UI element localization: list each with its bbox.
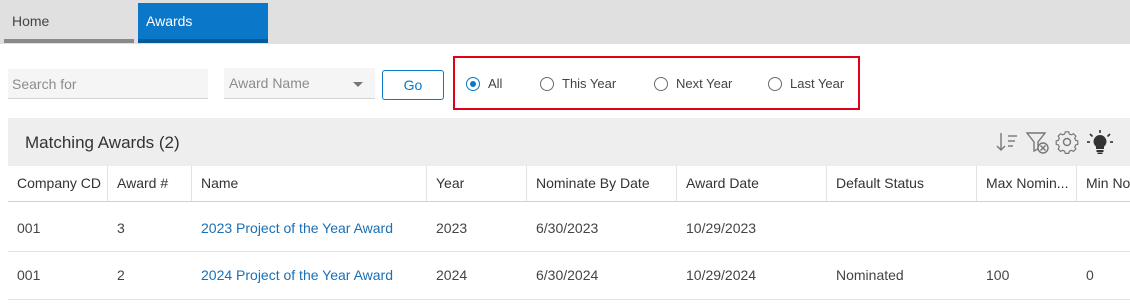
table-cell: Nominated [836,267,904,283]
radio-label-all: All [488,76,503,91]
grid-panel-header: Matching Awards (2) [8,118,1130,166]
filter-clear-icon[interactable] [1024,129,1050,155]
table-cell: 2024 [436,267,468,283]
table-cell: 3 [117,220,125,236]
table-cell: 2 [117,267,125,283]
table-cell: 10/29/2023 [686,220,757,236]
settings-icon[interactable] [1054,129,1080,155]
table-cell: 6/30/2023 [536,220,599,236]
radio-label-this-year: This Year [562,76,617,91]
table-cell: 2024 Project of the Year Award [192,252,427,299]
column-header[interactable]: Nominate By Date [527,166,677,201]
radio-label-next-year: Next Year [676,76,733,91]
table-cell [977,202,1077,251]
column-header[interactable]: Default Status [827,166,977,201]
table-cell: 2023 [436,220,468,236]
radio-button[interactable] [540,77,554,91]
award-name-select[interactable]: Award Name [224,68,375,99]
tab-bar: Home Awards [0,0,1130,44]
table-cell: 001 [17,220,41,236]
chevron-down-icon [353,82,363,87]
column-header[interactable]: Company CD [8,166,108,201]
table-header-row: Company CD Award # Name Year Nominate By… [8,166,1130,202]
tab-awards[interactable]: Awards [138,3,268,43]
award-select-value: Award Name [229,75,310,91]
table-row[interactable]: 001 2 2024 Project of the Year Award 202… [8,252,1130,300]
search-input[interactable] [8,69,208,99]
radio-label-last-year: Last Year [790,76,845,91]
radio-button[interactable] [654,77,668,91]
table-cell: 6/30/2024 [536,267,599,283]
column-header[interactable]: Award # [108,166,192,201]
column-header[interactable]: Award Date [677,166,827,201]
column-header[interactable]: Year [427,166,527,201]
panel-title: Matching Awards (2) [25,133,180,152]
radio-button-selected[interactable] [466,77,480,91]
go-button[interactable]: Go [382,70,444,100]
award-name-link[interactable]: 2023 Project of the Year Award [201,220,393,236]
table-cell: 100 [986,267,1010,283]
table-cell [1077,202,1130,251]
column-header[interactable]: Max Nomin... [977,166,1077,201]
table-cell: 0 [1086,267,1094,283]
sort-icon[interactable] [994,129,1020,155]
radio-button[interactable] [768,77,782,91]
table-cell: 001 [17,267,41,283]
table-cell: 10/29/2024 [686,267,757,283]
table-cell: 2023 Project of the Year Award [192,202,427,251]
column-header[interactable]: Name [192,166,427,201]
award-name-link[interactable]: 2024 Project of the Year Award [201,267,393,283]
table-row[interactable]: 001 3 2023 Project of the Year Award 202… [8,202,1130,252]
table-cell [827,202,977,251]
lightbulb-icon[interactable] [1086,129,1113,155]
tab-home[interactable]: Home [4,3,134,43]
column-header[interactable]: Min No [1077,166,1130,201]
